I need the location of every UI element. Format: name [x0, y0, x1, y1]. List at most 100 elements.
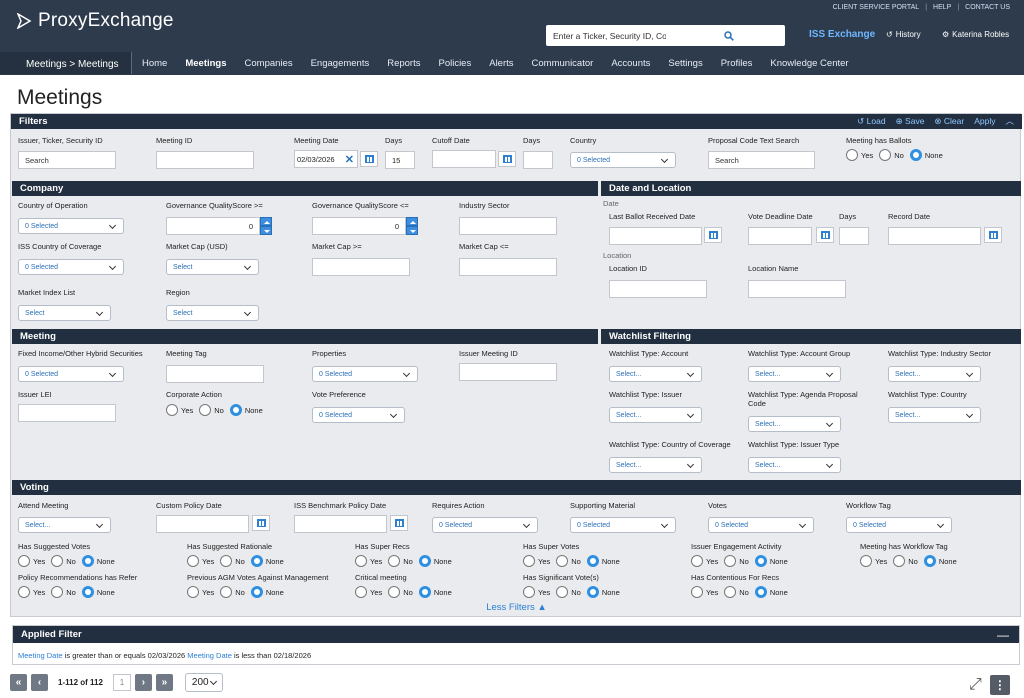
- last-ballot-input[interactable]: [609, 227, 702, 245]
- nav-accounts[interactable]: Accounts: [611, 58, 650, 69]
- days-input[interactable]: 15: [385, 151, 415, 169]
- last-page-button[interactable]: »: [155, 674, 173, 691]
- workflow-select[interactable]: 0 Selected: [846, 517, 952, 533]
- vote-pref-select[interactable]: 0 Selected: [312, 407, 405, 423]
- mcap-ge-input[interactable]: [312, 258, 410, 276]
- gqs-ge-stepper[interactable]: [260, 217, 272, 235]
- corp-action-radio[interactable]: Yes No None: [166, 404, 269, 416]
- page-size-select[interactable]: 200: [184, 673, 223, 692]
- supporting-select[interactable]: 0 Selected: [570, 517, 676, 533]
- wl-agenda-select[interactable]: Select...: [748, 416, 841, 432]
- filter-key[interactable]: Meeting Date: [187, 651, 232, 660]
- mcap-select[interactable]: Select: [166, 259, 259, 275]
- voting-radio-group[interactable]: Yes No None: [523, 586, 626, 598]
- country-select[interactable]: 0 Selected: [570, 152, 676, 168]
- issuer-lei-input[interactable]: [18, 404, 116, 422]
- nav-meetings[interactable]: Meetings: [185, 58, 226, 69]
- calendar-icon[interactable]: [498, 151, 516, 167]
- voting-radio-group[interactable]: Yes No None: [523, 555, 626, 567]
- wl-coverage-select[interactable]: Select...: [609, 457, 702, 473]
- mcap-le-input[interactable]: [459, 258, 557, 276]
- meeting-tag-input[interactable]: [166, 365, 264, 383]
- industry-input[interactable]: [459, 217, 557, 235]
- search-icon[interactable]: [666, 30, 786, 41]
- help-link[interactable]: HELP: [933, 4, 951, 11]
- global-search[interactable]: Enter a Ticker, Security ID, Company Nam…: [546, 25, 785, 46]
- meeting-id-input[interactable]: [156, 151, 254, 169]
- deadline-days-input[interactable]: [839, 227, 869, 245]
- filter-key[interactable]: Meeting Date: [18, 651, 63, 660]
- voting-radio-group[interactable]: Yes No None: [187, 586, 290, 598]
- page-number[interactable]: 1: [112, 674, 131, 691]
- calendar-icon[interactable]: [252, 515, 270, 531]
- cutoff-date-input[interactable]: [432, 150, 496, 168]
- next-page-button[interactable]: ›: [134, 674, 152, 691]
- cutoff-days-input[interactable]: [523, 151, 553, 169]
- iss-exchange-link[interactable]: ISS Exchange: [809, 29, 875, 40]
- voting-radio-group[interactable]: Yes No None: [691, 555, 794, 567]
- wl-issuer-select[interactable]: Select...: [609, 407, 702, 423]
- wl-issuer-type-select[interactable]: Select...: [748, 457, 841, 473]
- calendar-icon[interactable]: [390, 515, 408, 531]
- calendar-icon[interactable]: [704, 227, 722, 243]
- nav-engagements[interactable]: Engagements: [311, 58, 370, 69]
- gqs-le-input[interactable]: 0: [312, 217, 406, 235]
- issuer-meeting-id-input[interactable]: [459, 363, 557, 381]
- iss-country-select[interactable]: 0 Selected: [18, 259, 124, 275]
- iss-bench-input[interactable]: [294, 515, 387, 533]
- custom-policy-input[interactable]: [156, 515, 249, 533]
- more-options-icon[interactable]: ⋮: [989, 675, 1010, 695]
- global-search-input[interactable]: Enter a Ticker, Security ID, Company Nam…: [546, 31, 666, 41]
- fixed-income-select[interactable]: 0 Selected: [18, 366, 124, 382]
- voting-radio-group[interactable]: Yes No None: [18, 586, 121, 598]
- calendar-icon[interactable]: [816, 227, 834, 243]
- app-logo[interactable]: ProxyExchange: [16, 10, 174, 32]
- proposal-search-input[interactable]: Search: [708, 151, 815, 169]
- votes-select[interactable]: 0 Selected: [708, 517, 814, 533]
- load-button[interactable]: ↺ Load: [857, 116, 885, 127]
- voting-radio-group[interactable]: Yes No None: [691, 586, 794, 598]
- client-portal-link[interactable]: CLIENT SERVICE PORTAL: [833, 4, 920, 11]
- user-menu[interactable]: ⚙ Katerina Robles: [942, 30, 1009, 39]
- gqs-ge-input[interactable]: 0: [166, 217, 260, 235]
- location-name-input[interactable]: [748, 280, 846, 298]
- properties-select[interactable]: 0 Selected: [312, 366, 418, 382]
- region-select[interactable]: Select: [166, 305, 259, 321]
- vote-deadline-input[interactable]: [748, 227, 812, 245]
- nav-reports[interactable]: Reports: [387, 58, 420, 69]
- nav-settings[interactable]: Settings: [668, 58, 702, 69]
- clear-date-icon[interactable]: ✕: [345, 153, 354, 166]
- meeting-date-input[interactable]: 02/03/2026 ✕: [294, 150, 358, 168]
- calendar-icon[interactable]: [984, 227, 1002, 243]
- wl-account-select[interactable]: Select...: [609, 366, 702, 382]
- country-op-select[interactable]: 0 Selected: [18, 218, 124, 234]
- index-select[interactable]: Select: [18, 305, 111, 321]
- ballots-radio[interactable]: Yes No None: [846, 149, 949, 161]
- issuer-search-input[interactable]: Search: [18, 151, 116, 169]
- nav-profiles[interactable]: Profiles: [721, 58, 753, 69]
- location-id-input[interactable]: [609, 280, 707, 298]
- nav-companies[interactable]: Companies: [245, 58, 293, 69]
- prev-page-button[interactable]: ‹: [31, 674, 48, 691]
- expand-icon[interactable]: ⤢: [969, 676, 982, 694]
- nav-policies[interactable]: Policies: [438, 58, 471, 69]
- calendar-icon[interactable]: [360, 151, 378, 167]
- nav-alerts[interactable]: Alerts: [489, 58, 513, 69]
- nav-knowledge-center[interactable]: Knowledge Center: [770, 58, 848, 69]
- wl-country-select[interactable]: Select...: [888, 407, 981, 423]
- voting-radio-group[interactable]: Yes No None: [187, 555, 290, 567]
- collapse-icon[interactable]: ︿: [1005, 115, 1014, 127]
- requires-action-select[interactable]: 0 Selected: [432, 517, 538, 533]
- clear-button[interactable]: ⊗ Clear: [934, 116, 964, 127]
- history-button[interactable]: ↺ History: [886, 30, 921, 39]
- contact-link[interactable]: CONTACT US: [965, 4, 1010, 11]
- gqs-le-stepper[interactable]: [406, 217, 418, 235]
- nav-home[interactable]: Home: [142, 58, 167, 69]
- collapse-icon[interactable]: —: [997, 628, 1009, 642]
- attend-select[interactable]: Select...: [18, 517, 111, 533]
- voting-radio-group[interactable]: Yes No None: [355, 555, 458, 567]
- voting-radio-group[interactable]: Yes No None: [355, 586, 458, 598]
- record-date-input[interactable]: [888, 227, 981, 245]
- nav-communicator[interactable]: Communicator: [532, 58, 594, 69]
- less-filters-link[interactable]: Less Filters ▲: [11, 602, 1022, 613]
